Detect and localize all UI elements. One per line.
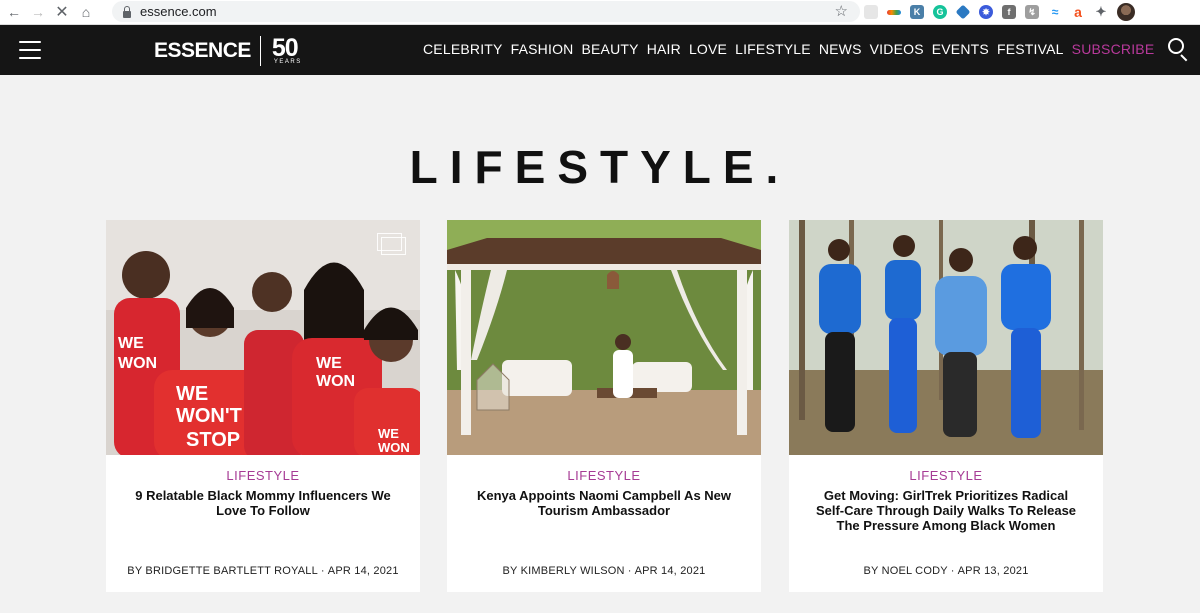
extensions-bar: K G ✸ f ↯ ≈ a ✦ (864, 2, 1135, 22)
puzzle-icon[interactable]: ✦ (1094, 4, 1108, 19)
separator-dot: · (950, 565, 955, 577)
stop-loading-icon[interactable]: ✕ (50, 2, 74, 22)
back-arrow-icon[interactable]: ← (2, 2, 26, 22)
article-card[interactable]: LIFESTYLE Get Moving: GirlTrek Prioritiz… (789, 220, 1103, 592)
browser-toolbar: ← → ✕ ⌂ essence.com ☆ K G ✸ f ↯ ≈ a ✦ (0, 0, 1200, 25)
extension-diamond-icon[interactable] (955, 4, 971, 20)
extension-burst-icon[interactable]: ✸ (979, 5, 993, 19)
logo-wordmark: ESSENCE (154, 39, 251, 62)
card-category[interactable]: LIFESTYLE (447, 468, 761, 483)
essence-logo[interactable]: ESSENCE 50 YEARS (154, 35, 302, 67)
card-author: BY NOEL CODY (863, 565, 948, 577)
card-byline: BY NOEL CODY · APR 13, 2021 (789, 565, 1103, 577)
svg-text:WE: WE (176, 383, 208, 405)
article-image[interactable] (789, 220, 1103, 455)
extension-box-icon[interactable]: ↯ (1025, 5, 1039, 19)
extension-rainbow-icon[interactable] (887, 9, 901, 15)
search-icon[interactable] (1168, 38, 1190, 62)
nav-subscribe[interactable]: SUBSCRIBE (1072, 41, 1155, 57)
page-title: LIFESTYLE. (409, 141, 791, 193)
svg-text:WON: WON (316, 373, 355, 390)
gallery-icon (377, 233, 406, 255)
profile-avatar[interactable] (1117, 3, 1135, 21)
url-text: essence.com (140, 4, 217, 19)
home-icon[interactable]: ⌂ (74, 2, 98, 22)
card-byline: BY KIMBERLY WILSON · APR 14, 2021 (447, 565, 761, 577)
site-header: ESSENCE 50 YEARS CELEBRITY FASHION BEAUT… (0, 25, 1200, 75)
nav-events[interactable]: EVENTS (932, 41, 989, 57)
pavilion-photo-image (447, 220, 761, 455)
logo-number: 50 (271, 33, 299, 62)
nav-videos[interactable]: VIDEOS (870, 41, 924, 57)
svg-text:STOP: STOP (186, 429, 240, 451)
article-image[interactable]: WE WON WE WON'T STOP WE WON WE WON (106, 220, 420, 455)
extension-kix-icon[interactable]: K (910, 5, 924, 19)
svg-text:WON: WON (378, 440, 410, 455)
bookmark-star-icon[interactable]: ☆ (835, 2, 848, 20)
article-card[interactable]: LIFESTYLE Kenya Appoints Naomi Campbell … (447, 220, 761, 592)
card-byline: BY BRIDGETTE BARTLETT ROYALL · APR 14, 202… (106, 565, 420, 577)
nav-celebrity[interactable]: CELEBRITY (423, 41, 503, 57)
nav-festival[interactable]: FESTIVAL (997, 41, 1064, 57)
article-card[interactable]: WE WON WE WON'T STOP WE WON WE WON LIFES… (106, 220, 420, 592)
separator-dot: · (627, 565, 632, 577)
walkers-photo-image (789, 220, 1103, 455)
card-headline[interactable]: 9 Relatable Black Mommy Influencers We L… (130, 488, 396, 518)
card-category[interactable]: LIFESTYLE (106, 468, 420, 483)
card-date: APR 14, 2021 (634, 565, 706, 577)
svg-text:WON'T: WON'T (176, 405, 242, 427)
nav-hair[interactable]: HAIR (647, 41, 681, 57)
svg-text:WE: WE (378, 426, 399, 441)
card-author: BY KIMBERLY WILSON (502, 565, 625, 577)
grammarly-icon[interactable]: G (933, 5, 947, 19)
separator-dot: · (320, 565, 325, 577)
extension-orange-a-icon[interactable]: a (1071, 4, 1085, 20)
nav-beauty[interactable]: BEAUTY (581, 41, 638, 57)
card-category[interactable]: LIFESTYLE (789, 468, 1103, 483)
nav-fashion[interactable]: FASHION (511, 41, 574, 57)
nav-love[interactable]: LOVE (689, 41, 727, 57)
card-headline[interactable]: Get Moving: GirlTrek Prioritizes Radical… (813, 488, 1079, 533)
address-bar[interactable]: essence.com ☆ (112, 1, 860, 22)
main-nav: CELEBRITY FASHION BEAUTY HAIR LOVE LIFES… (423, 41, 1162, 57)
card-date: APR 14, 2021 (327, 565, 399, 577)
hamburger-menu-icon[interactable] (19, 41, 41, 59)
logo-divider (259, 36, 261, 66)
nav-news[interactable]: NEWS (819, 41, 862, 57)
article-image[interactable] (447, 220, 761, 455)
card-author: BY BRIDGETTE BARTLETT ROYALL (127, 565, 318, 577)
logo-years: YEARS (273, 58, 302, 65)
card-headline[interactable]: Kenya Appoints Naomi Campbell As New Tou… (471, 488, 737, 518)
svg-text:WE: WE (316, 355, 342, 372)
nav-lifestyle[interactable]: LIFESTYLE (735, 41, 811, 57)
extension-wave-icon[interactable]: ≈ (1048, 5, 1062, 19)
logo-50-years: 50 YEARS (271, 33, 302, 66)
family-photo-image: WE WON WE WON'T STOP WE WON WE WON (106, 220, 420, 455)
lock-icon (122, 5, 132, 18)
facebook-icon[interactable]: f (1002, 5, 1016, 19)
card-date: APR 13, 2021 (957, 565, 1029, 577)
svg-text:WE: WE (118, 335, 144, 352)
extension-gray-icon[interactable] (864, 5, 878, 19)
forward-arrow-icon[interactable]: → (26, 2, 50, 22)
svg-text:WON: WON (118, 355, 157, 372)
